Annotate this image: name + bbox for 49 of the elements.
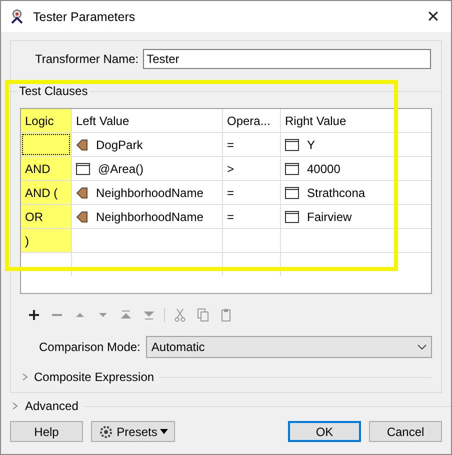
text-box-icon <box>285 162 299 174</box>
ok-button[interactable]: OK <box>288 421 361 442</box>
logic-cell[interactable]: ) <box>21 229 71 252</box>
window-title: Tester Parameters <box>33 10 136 24</box>
gear-icon <box>98 424 114 440</box>
help-button[interactable]: Help <box>10 421 83 442</box>
right-value-cell[interactable]: Y <box>280 133 431 156</box>
text-box-icon <box>76 162 90 174</box>
right-value-cell[interactable]: Fairview <box>280 205 431 228</box>
column-header[interactable]: Left Value <box>71 109 222 132</box>
left-value-cell[interactable]: DogPark <box>71 133 222 156</box>
operator-cell[interactable]: = <box>222 205 280 228</box>
attribute-icon <box>76 210 88 222</box>
close-button[interactable]: ✕ <box>423 6 443 26</box>
chevron-icon[interactable] <box>21 373 29 381</box>
transformer-name-field[interactable]: Tester <box>142 49 431 69</box>
add-icon[interactable] <box>26 307 42 323</box>
comparison-mode-dropdown[interactable]: Automatic <box>146 336 432 358</box>
presets-button[interactable]: Presets <box>91 421 175 442</box>
right-value-cell[interactable]: 40000 <box>280 157 431 180</box>
logic-cell[interactable] <box>21 133 71 156</box>
cancel-button[interactable]: Cancel <box>369 421 442 442</box>
right-value-cell[interactable]: Strathcona <box>280 181 431 204</box>
operator-cell[interactable]: = <box>222 133 280 156</box>
operator-cell[interactable]: > <box>222 157 280 180</box>
column-header[interactable]: Opera... <box>222 109 280 132</box>
test-clauses-title: Test Clauses <box>17 84 90 98</box>
comparison-mode-label: Comparison Mode: <box>39 340 140 354</box>
composite-expression-toggle[interactable]: Composite Expression <box>34 370 154 384</box>
left-value-cell[interactable]: NeighborhoodName <box>71 205 222 228</box>
app-icon <box>9 8 25 24</box>
column-header[interactable]: Right Value <box>280 109 431 132</box>
left-value-cell[interactable]: @Area() <box>71 157 222 180</box>
transformer-name-label: Transformer Name: <box>35 52 139 66</box>
operator-cell[interactable]: = <box>222 181 280 204</box>
advanced-toggle[interactable]: Advanced <box>25 399 78 413</box>
logic-cell[interactable]: OR <box>21 205 71 228</box>
text-box-icon <box>285 138 299 150</box>
logic-cell[interactable]: AND ( <box>21 181 71 204</box>
attribute-icon <box>76 186 88 198</box>
chevron-down-icon <box>417 344 427 350</box>
left-value-cell[interactable]: NeighborhoodName <box>71 181 222 204</box>
attribute-icon <box>76 138 88 150</box>
text-box-icon <box>285 186 299 198</box>
chevron-icon[interactable] <box>11 402 19 410</box>
column-header[interactable]: Logic <box>21 109 71 132</box>
logic-cell[interactable]: AND <box>21 157 71 180</box>
text-box-icon <box>285 210 299 222</box>
caret-icon <box>160 429 168 434</box>
